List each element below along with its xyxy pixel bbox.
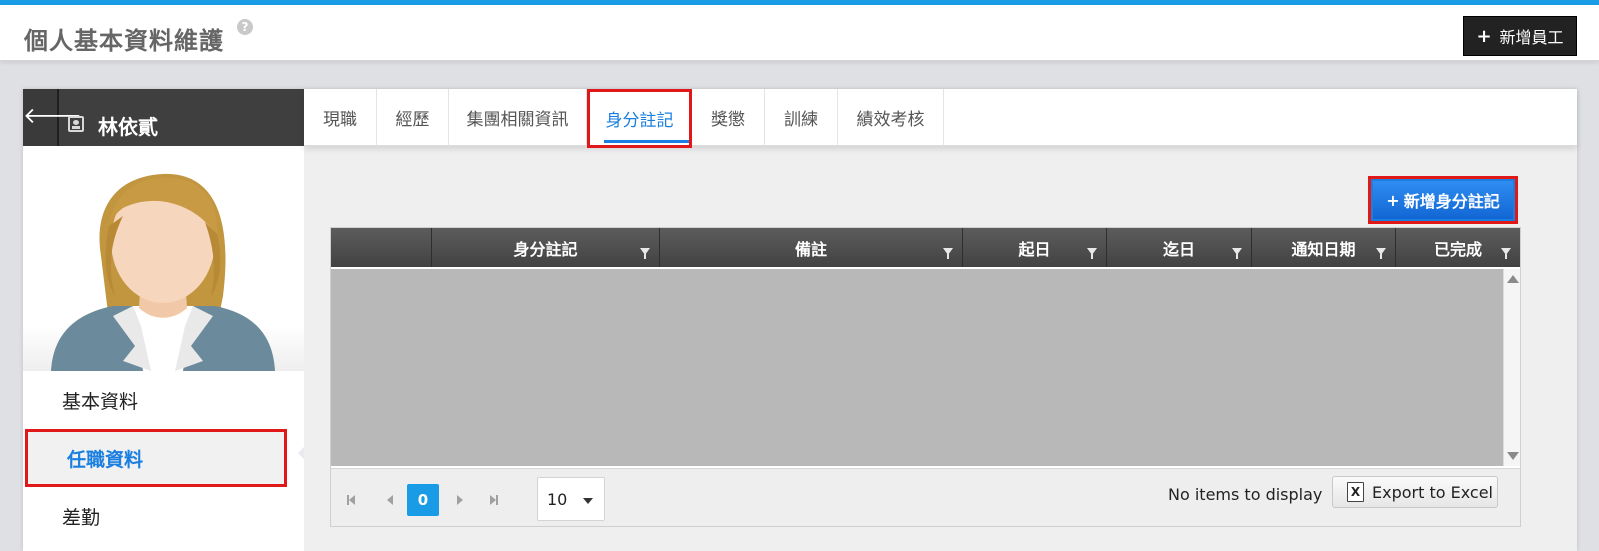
grid-col-label: 起日 xyxy=(1018,239,1051,259)
grid-col-select xyxy=(331,228,432,267)
excel-icon: X xyxy=(1347,482,1364,502)
grid-col-label: 已完成 xyxy=(1433,239,1482,259)
page-size-select[interactable]: 10 xyxy=(537,477,605,521)
grid-col-label: 備註 xyxy=(794,239,827,259)
prev-page-icon[interactable] xyxy=(387,495,393,505)
plus-icon: + xyxy=(1476,25,1492,47)
filter-icon[interactable] xyxy=(1087,248,1097,259)
add-identity-note-button[interactable]: + 新增身分註記 xyxy=(1368,176,1518,224)
page-size-value: 10 xyxy=(547,489,568,509)
menu-item-employment-info[interactable]: 任職資料 xyxy=(25,429,287,487)
filter-icon[interactable] xyxy=(943,248,953,259)
add-identity-note-label: 新增身分註記 xyxy=(1403,192,1500,211)
filter-icon[interactable] xyxy=(1501,248,1511,259)
employee-card: 🡐 林依貳 基本資料 任職資料 差勤 現職 經歷 集團相關資訊 身分註記 獎懲 … xyxy=(23,89,1577,551)
scroll-down-icon[interactable] xyxy=(1507,452,1519,460)
next-page-icon[interactable] xyxy=(457,495,463,505)
last-page-icon[interactable] xyxy=(490,495,498,505)
add-identity-note-inner: + 新增身分註記 xyxy=(1373,181,1513,219)
chevron-down-icon xyxy=(583,498,593,504)
filter-icon[interactable] xyxy=(640,248,650,259)
scroll-up-icon[interactable] xyxy=(1507,275,1519,283)
grid-col-remarks[interactable]: 備註 xyxy=(660,228,963,267)
tab-training[interactable]: 訓練 xyxy=(765,89,838,146)
avatar xyxy=(23,146,305,371)
pager-status: No items to display xyxy=(1168,485,1323,504)
grid-col-label: 身分註記 xyxy=(513,239,578,259)
avatar-illustration xyxy=(51,173,275,371)
grid-col-end-date[interactable]: 迄日 xyxy=(1107,228,1252,267)
grid-col-notify-date[interactable]: 通知日期 xyxy=(1252,228,1396,267)
first-page-icon[interactable] xyxy=(347,495,355,505)
grid-col-label: 迄日 xyxy=(1162,239,1195,259)
content-area: 現職 經歷 集團相關資訊 身分註記 獎懲 訓練 績效考核 + 新增身分註記 身分… xyxy=(304,89,1577,551)
page-header: 個人基本資料維護 ? + 新增員工 xyxy=(0,5,1599,61)
identity-notes-grid: 身分註記 備註 起日 迄日 通知日期 已完成 0 10 No items to … xyxy=(330,227,1521,527)
tab-rewards-penalties[interactable]: 獎懲 xyxy=(692,89,765,146)
current-page-button[interactable]: 0 xyxy=(407,484,439,516)
grid-header: 身分註記 備註 起日 迄日 通知日期 已完成 xyxy=(331,228,1520,267)
add-employee-button[interactable]: + 新增員工 xyxy=(1463,16,1577,56)
profile-bar: 🡐 林依貳 xyxy=(23,89,305,146)
add-employee-label: 新增員工 xyxy=(1499,28,1564,47)
menu-item-attendance[interactable]: 差勤 xyxy=(23,487,305,545)
side-menu: 基本資料 任職資料 差勤 xyxy=(23,371,305,545)
filter-icon[interactable] xyxy=(1232,248,1242,259)
employee-name: 林依貳 xyxy=(98,115,158,139)
back-arrow-icon[interactable]: 🡐 xyxy=(23,89,82,146)
tab-experience[interactable]: 經歷 xyxy=(377,89,449,146)
tab-identity-notes[interactable]: 身分註記 xyxy=(587,89,692,148)
export-excel-label: Export to Excel xyxy=(1372,482,1493,502)
tab-group-info[interactable]: 集團相關資訊 xyxy=(449,89,587,146)
grid-col-start-date[interactable]: 起日 xyxy=(963,228,1107,267)
contact-card-icon xyxy=(68,116,84,132)
tab-bar: 現職 經歷 集團相關資訊 身分註記 獎懲 訓練 績效考核 xyxy=(304,89,1577,148)
grid-pager: 0 10 No items to display X Export to Exc… xyxy=(331,468,1520,526)
page-title: 個人基本資料維護 xyxy=(24,27,224,55)
grid-body xyxy=(331,269,1503,466)
help-icon[interactable]: ? xyxy=(237,19,253,35)
grid-scrollbar[interactable] xyxy=(1503,269,1520,466)
plus-icon: + xyxy=(1386,190,1400,210)
left-panel: 🡐 林依貳 基本資料 任職資料 差勤 xyxy=(23,89,307,551)
tab-performance[interactable]: 績效考核 xyxy=(838,89,944,146)
grid-col-completed[interactable]: 已完成 xyxy=(1396,228,1520,267)
tab-current-position[interactable]: 現職 xyxy=(304,89,377,146)
export-excel-button[interactable]: X Export to Excel xyxy=(1332,476,1498,508)
grid-col-identity-note[interactable]: 身分註記 xyxy=(432,228,660,267)
filter-icon[interactable] xyxy=(1376,248,1386,259)
menu-item-basic-info[interactable]: 基本資料 xyxy=(23,371,305,429)
grid-col-label: 通知日期 xyxy=(1291,239,1356,259)
